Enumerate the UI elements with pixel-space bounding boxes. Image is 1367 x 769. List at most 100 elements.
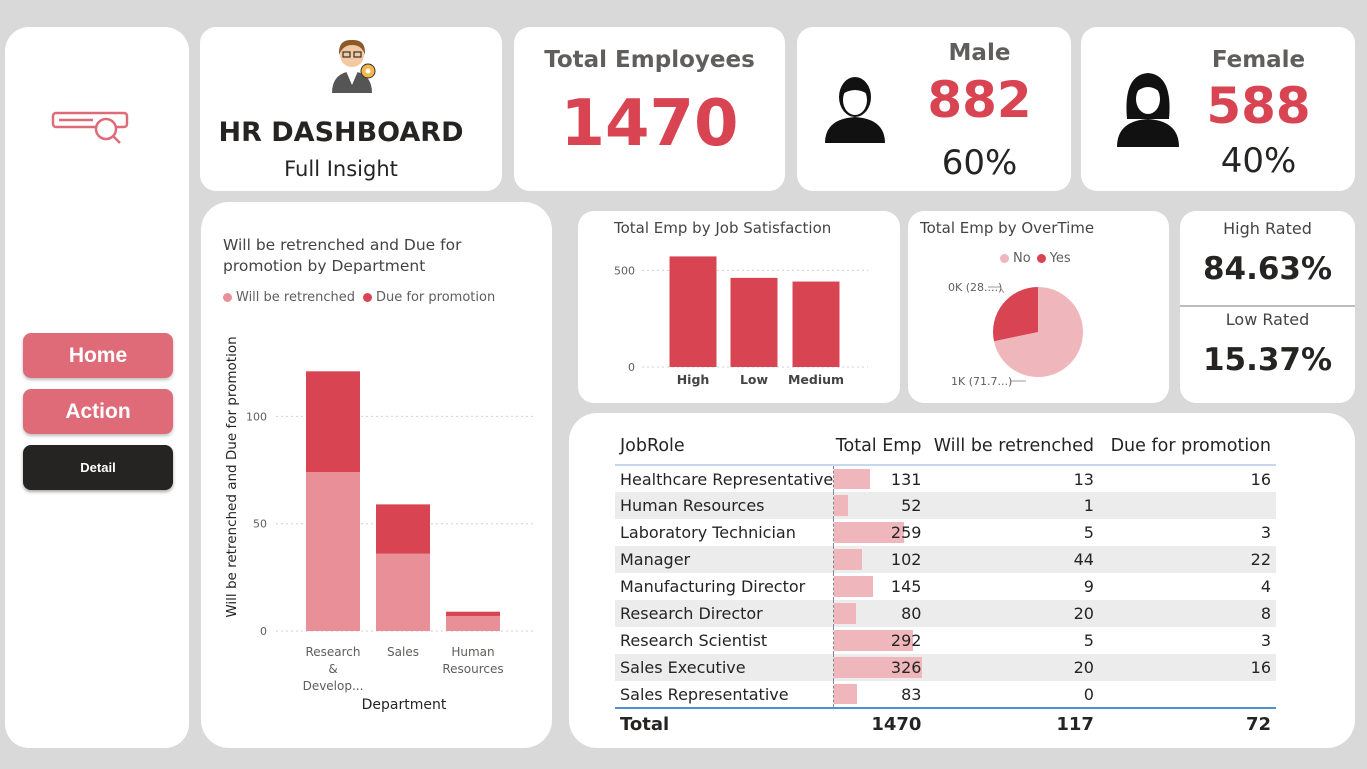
retrenched-cell: 5 [1083, 523, 1094, 542]
rating-card: High Rated 84.63% Low Rated 15.37% [1180, 211, 1355, 403]
overtime-pie-chart: 0K (28....) 1K (71.7...) [948, 281, 1083, 388]
x-tick-label: Human [451, 645, 494, 659]
retrenched-cell: 20 [921, 654, 1094, 681]
bar-retrenched[interactable] [306, 472, 360, 631]
page-subtitle: Full Insight [284, 157, 398, 181]
jobrole-table: JobRole Total Emp Will be retrenched Due… [615, 427, 1276, 740]
female-card: Female 588 40% [1081, 27, 1355, 191]
table-row[interactable]: Laboratory Technician 259 5 3 [615, 519, 1276, 546]
overtime-legend: No Yes [1000, 251, 1071, 266]
total-employees-card: Total Employees 1470 [514, 27, 785, 191]
male-value: 882 [927, 71, 1032, 129]
y-tick-label: 50 [253, 518, 267, 531]
female-label: Female [1211, 47, 1306, 73]
table-header-row: JobRole Total Emp Will be retrenched Due… [615, 427, 1276, 465]
jobrole-cell: Sales Representative [620, 684, 789, 704]
legend-label-promotion: Due for promotion [376, 290, 496, 305]
total-emp-data-bar [834, 603, 856, 624]
retrenched-cell: 44 [921, 546, 1094, 573]
bar-promotion[interactable] [306, 371, 360, 473]
bar-promotion[interactable] [446, 611, 500, 616]
total-emp-cell: 326 [833, 654, 923, 681]
promotion-cell [1094, 681, 1276, 708]
table-row[interactable]: Sales Executive 326 20 16 [615, 654, 1276, 681]
legend-dot-retrenched [223, 293, 232, 302]
female-value: 588 [1206, 77, 1311, 135]
job-satisfaction-card: Total Emp by Job Satisfaction 0 500 High Lo… [578, 211, 900, 403]
x-tick-label: Develop... [303, 679, 364, 693]
x-tick-label: Resources [442, 662, 503, 676]
table-row[interactable]: Manager 102 44 22 [615, 546, 1276, 573]
low-rated-label: Low Rated [1225, 310, 1310, 329]
male-percent: 60% [941, 143, 1018, 183]
home-button[interactable]: Home [23, 333, 173, 378]
column-header-total-emp[interactable]: Total Emp [834, 427, 922, 465]
promotion-cell: 22 [1093, 546, 1276, 573]
retrenched-cell: 20 [921, 600, 1094, 627]
jobrole-cell: Research Director [615, 600, 834, 627]
total-emp-data-bar [834, 469, 870, 489]
promotion-cell: 3 [1260, 523, 1271, 542]
total-retrenched: 117 [921, 707, 1094, 740]
y-tick-label: 0 [628, 361, 635, 374]
y-tick-label: 100 [246, 410, 267, 423]
column-header-retrenched[interactable]: Will be retrenched [921, 427, 1094, 465]
column-header-promotion[interactable]: Due for promotion [1094, 427, 1276, 465]
high-rated-value: 84.63% [1202, 251, 1333, 287]
total-label: Total [615, 707, 834, 740]
x-tick-label: Low [740, 372, 769, 387]
rating-divider [1180, 305, 1355, 307]
total-emp-data-bar [834, 684, 857, 704]
total-emp-value: 259 [890, 523, 922, 542]
department-chart: Will be retrenched and Due for promotion… [224, 336, 533, 713]
legend-label-yes: Yes [1049, 251, 1071, 266]
retrenched-cell: 5 [1083, 631, 1094, 650]
total-emp-data-bar [834, 576, 874, 597]
overtime-card: Total Emp by OverTime No Yes 0K (28....)… [908, 211, 1169, 403]
female-percent: 40% [1220, 141, 1297, 181]
male-label: Male [948, 40, 1011, 66]
retrenched-cell: 0 [1083, 684, 1094, 704]
low-rated-value: 15.37% [1202, 342, 1333, 378]
total-emp-value: 326 [890, 658, 922, 677]
table-row[interactable]: Human Resources 52 1 [615, 492, 1276, 519]
retrenched-cell: 1 [921, 492, 1094, 519]
x-tick-label: High [677, 372, 710, 387]
jobrole-cell: Sales Executive [615, 654, 834, 681]
legend-dot-yes [1036, 254, 1046, 263]
x-tick-label: Research [305, 645, 360, 659]
promotion-cell [1093, 492, 1276, 519]
total-emp-value: 52 [901, 496, 922, 515]
filter-search-icon[interactable] [51, 107, 131, 147]
table-row[interactable]: Manufacturing Director 145 9 4 [615, 573, 1276, 600]
header-card: HR DASHBOARD Full Insight [200, 27, 502, 191]
bar-retrenched[interactable] [376, 553, 430, 631]
x-tick-label: Medium [788, 372, 844, 387]
action-button[interactable]: Action [23, 389, 173, 434]
total-emp-cell: 145 [833, 573, 922, 600]
bar-promotion[interactable] [376, 504, 430, 554]
table-row[interactable]: Research Scientist 292 5 3 [615, 627, 1276, 654]
table-row[interactable]: Sales Representative 83 0 [615, 681, 1276, 708]
department-chart-legend: Will be retrenched Due for promotion [223, 290, 495, 305]
sidebar: Home Action Detail [5, 27, 189, 748]
pie-slice-yes[interactable] [993, 287, 1038, 342]
y-tick-label: 500 [614, 264, 635, 277]
column-header-jobrole[interactable]: JobRole [615, 427, 834, 465]
detail-button[interactable]: Detail [23, 445, 173, 490]
promotion-cell: 3 [1260, 631, 1271, 650]
promotion-cell: 4 [1260, 577, 1271, 596]
y-tick-label: 0 [260, 625, 267, 638]
bar-retrenched[interactable] [446, 615, 500, 631]
total-emp-value: 102 [890, 550, 922, 569]
department-chart-card: Will be retrenched and Due for promotion… [201, 202, 552, 748]
total-emp-cell: 259 [833, 519, 922, 546]
bar-job-satisfaction[interactable] [669, 256, 717, 367]
legend-dot-promotion [363, 293, 373, 302]
total-emp-cell: 52 [833, 492, 922, 519]
table-row[interactable]: Research Director 80 20 8 [615, 600, 1276, 627]
jobrole-cell: Research Scientist [620, 631, 768, 650]
bar-job-satisfaction[interactable] [792, 281, 840, 367]
bar-job-satisfaction[interactable] [730, 277, 778, 367]
table-row[interactable]: Healthcare Representative 131 13 16 [615, 465, 1276, 492]
